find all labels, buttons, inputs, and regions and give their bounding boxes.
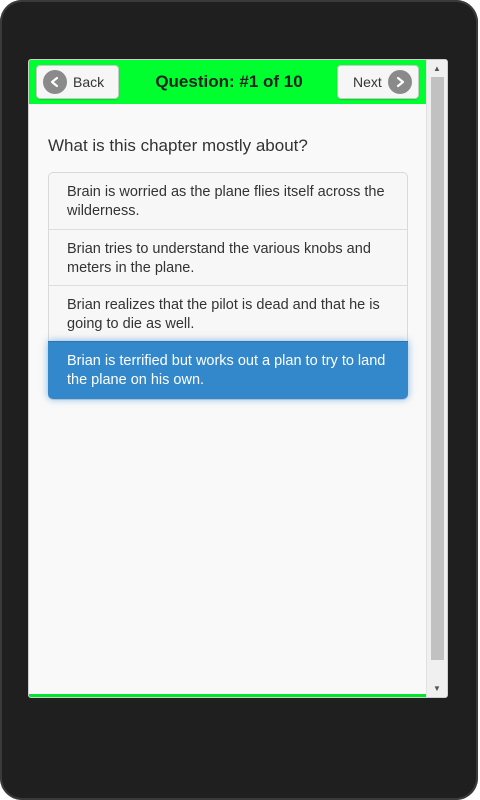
page-title: Question: #1 of 10 bbox=[155, 72, 303, 91]
next-button[interactable]: Next bbox=[337, 65, 419, 99]
question-text: What is this chapter mostly about? bbox=[48, 136, 308, 155]
answer-option-2[interactable]: Brian tries to understand the various kn… bbox=[49, 229, 407, 285]
vertical-scrollbar[interactable]: ▲ ▼ bbox=[426, 60, 447, 697]
answer-list: Brain is worried as the plane flies itse… bbox=[48, 172, 408, 400]
device-frame: Back Question: #1 of 10 Next What is thi… bbox=[0, 0, 478, 800]
back-button-label: Back bbox=[73, 74, 105, 90]
back-button[interactable]: Back bbox=[36, 65, 119, 99]
scroll-up-icon[interactable]: ▲ bbox=[427, 60, 447, 77]
answer-option-3[interactable]: Brian realizes that the pilot is dead an… bbox=[49, 285, 407, 341]
scroll-down-icon[interactable]: ▼ bbox=[427, 680, 447, 697]
next-arrow-icon bbox=[387, 70, 412, 94]
app-screen: Back Question: #1 of 10 Next What is thi… bbox=[28, 59, 448, 698]
header-bar: Back Question: #1 of 10 Next bbox=[29, 60, 427, 104]
scrollbar-thumb[interactable] bbox=[431, 77, 444, 660]
answer-option-4[interactable]: Brian is terrified but works out a plan … bbox=[48, 341, 408, 399]
next-button-label: Next bbox=[353, 74, 382, 90]
answer-option-1[interactable]: Brain is worried as the plane flies itse… bbox=[49, 173, 407, 229]
back-arrow-icon bbox=[43, 70, 67, 94]
footer-accent-line bbox=[29, 694, 427, 697]
